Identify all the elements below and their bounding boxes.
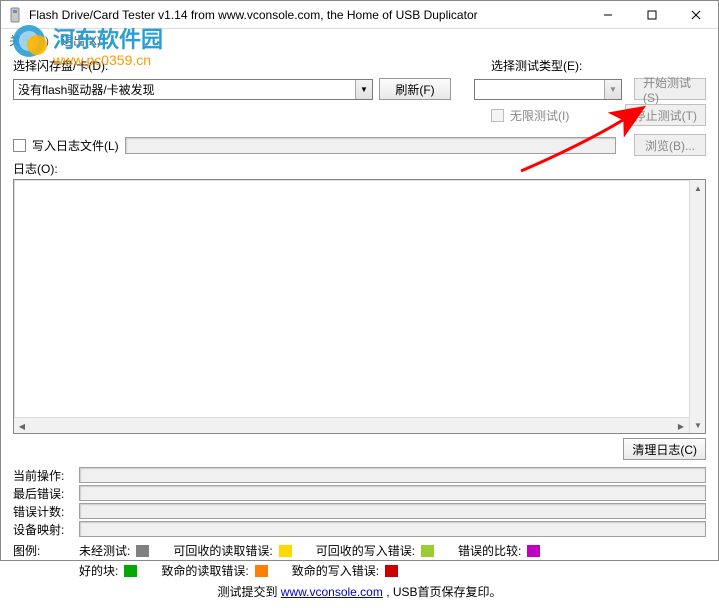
select-test-type-label: 选择测试类型(E): — [491, 57, 641, 74]
swatch-untested — [136, 545, 149, 557]
test-type-combo[interactable]: ▼ — [474, 79, 622, 100]
swatch-fatal-write — [385, 565, 398, 577]
stop-test-button[interactable]: 停止测试(T) — [625, 104, 706, 126]
swatch-rec-read — [279, 545, 292, 557]
footer: 测试提交到 www.vconsole.com , USB首页保存复印。 — [13, 583, 706, 600]
browse-button[interactable]: 浏览(B)... — [634, 134, 706, 156]
refresh-button[interactable]: 刷新(F) — [379, 78, 451, 100]
chevron-down-icon: ▼ — [355, 80, 372, 99]
close-button[interactable] — [674, 1, 718, 28]
swatch-good — [124, 565, 137, 577]
last-error-field — [79, 485, 706, 501]
legend-good-label: 好的块: — [79, 562, 118, 579]
current-operation-label: 当前操作: — [13, 467, 73, 484]
scroll-down-icon[interactable]: ▼ — [690, 417, 706, 433]
titlebar: Flash Drive/Card Tester v1.14 from www.v… — [1, 1, 718, 29]
footer-link[interactable]: www.vconsole.com — [281, 585, 383, 599]
menu-about[interactable]: 关于(A) — [9, 32, 49, 49]
minimize-button[interactable] — [586, 1, 630, 28]
minimize-icon — [603, 10, 613, 20]
legend-label: 图例: — [13, 542, 73, 559]
device-map-field — [79, 521, 706, 537]
chevron-down-icon: ▼ — [604, 80, 621, 99]
select-drive-label: 选择闪存盘/卡(D): — [13, 57, 453, 74]
unlimited-test-label: 无限测试(I) — [510, 107, 569, 124]
scrollbar-horizontal[interactable]: ◀ ▶ — [14, 417, 689, 433]
legend-fatal-read-label: 致命的读取错误: — [161, 562, 248, 579]
legend-bad-compare-label: 错误的比较: — [458, 542, 521, 559]
swatch-bad-compare — [527, 545, 540, 557]
legend-untested-label: 未经测试: — [79, 542, 130, 559]
swatch-fatal-read — [255, 565, 268, 577]
legend-fatal-write-label: 致命的写入错误: — [292, 562, 379, 579]
write-log-label: 写入日志文件(L) — [32, 137, 119, 154]
write-log-checkbox[interactable] — [13, 139, 26, 152]
scroll-right-icon[interactable]: ▶ — [673, 418, 689, 434]
current-operation-field — [79, 467, 706, 483]
device-map-label: 设备映射: — [13, 521, 73, 538]
start-test-button[interactable]: 开始测试(S) — [634, 78, 706, 100]
last-error-label: 最后错误: — [13, 485, 73, 502]
log-file-path-field — [125, 137, 616, 154]
menu-exit[interactable]: 退出(X) — [61, 32, 101, 49]
drive-select-value: 没有flash驱动器/卡被发现 — [18, 81, 355, 98]
close-icon — [691, 10, 701, 20]
legend-rec-read-label: 可回收的读取错误: — [173, 542, 272, 559]
scroll-up-icon[interactable]: ▲ — [690, 180, 706, 196]
maximize-button[interactable] — [630, 1, 674, 28]
window-title: Flash Drive/Card Tester v1.14 from www.v… — [29, 8, 586, 22]
error-count-field — [79, 503, 706, 519]
scroll-left-icon[interactable]: ◀ — [14, 418, 30, 434]
scrollbar-vertical[interactable]: ▲ ▼ — [689, 180, 705, 433]
drive-select-combo[interactable]: 没有flash驱动器/卡被发现 ▼ — [13, 79, 373, 100]
menubar: 关于(A) 退出(X) — [1, 29, 718, 51]
error-count-label: 错误计数: — [13, 503, 73, 520]
log-textarea[interactable]: ▲ ▼ ◀ ▶ — [13, 179, 706, 434]
maximize-icon — [647, 10, 657, 20]
legend-rec-write-label: 可回收的写入错误: — [316, 542, 415, 559]
app-icon — [7, 7, 23, 23]
footer-suffix: , USB首页保存复印。 — [386, 585, 501, 599]
footer-prefix: 测试提交到 — [217, 585, 280, 599]
swatch-rec-write — [421, 545, 434, 557]
log-label: 日志(O): — [13, 160, 706, 177]
clear-log-button[interactable]: 清理日志(C) — [623, 438, 706, 460]
unlimited-test-checkbox — [491, 109, 504, 122]
